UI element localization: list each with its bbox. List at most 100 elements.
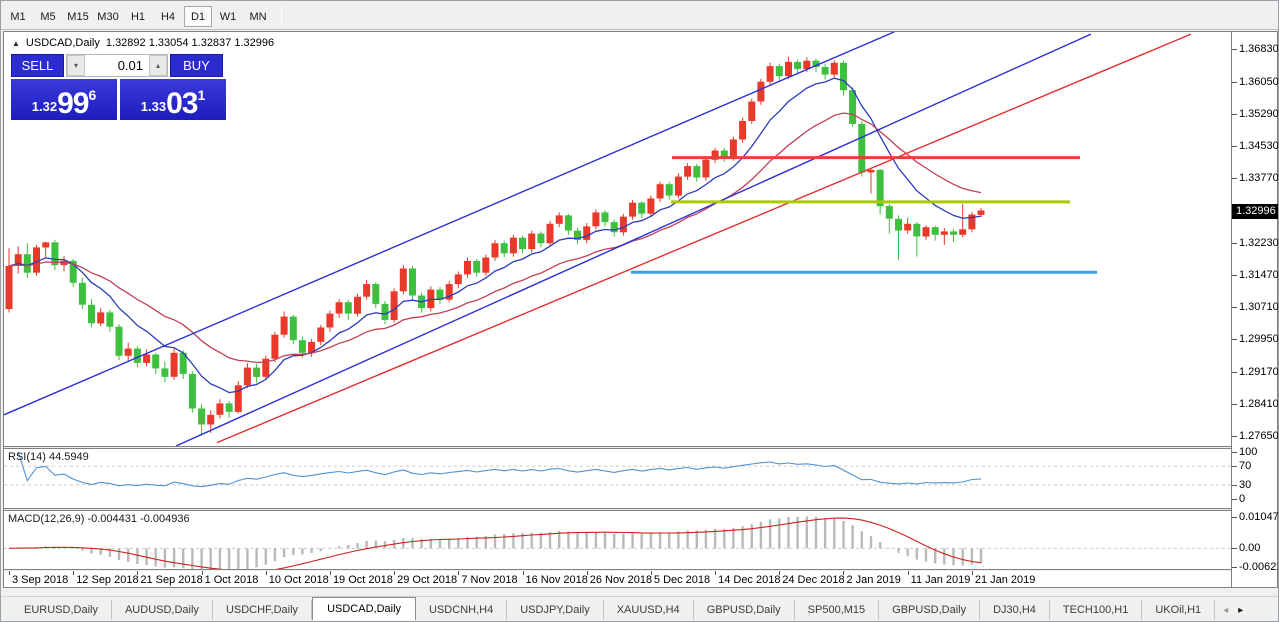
chart-symbol-period: USDCAD,Daily — [26, 37, 100, 49]
rsi-label: RSI(14) 44.5949 — [8, 451, 89, 463]
chart-tab-gbpusd-9[interactable]: GBPUSD,Daily — [879, 600, 980, 620]
chart-tab-eurusd-0[interactable]: EURUSD,Daily — [11, 600, 112, 620]
price-axis-label: 1.30710 — [1239, 301, 1279, 313]
chart-tab-usdcnh-4[interactable]: USDCNH,H4 — [416, 600, 507, 620]
date-tick — [266, 571, 267, 575]
price-axis-label: 1.36830 — [1239, 43, 1279, 55]
timeframe-toolbar: M1M5M15M30H1H4D1W1MN — [1, 1, 1278, 30]
axis-tick — [1232, 307, 1237, 308]
date-label: 12 Sep 2018 — [76, 574, 138, 586]
date-label: 5 Dec 2018 — [654, 574, 710, 586]
axis-tick — [1232, 243, 1237, 244]
date-tick — [972, 571, 973, 575]
date-tick — [587, 571, 588, 575]
chart-tab-dj30-10[interactable]: DJ30,H4 — [980, 600, 1050, 620]
rsi-axis-label: 70 — [1239, 460, 1251, 472]
macd-label: MACD(12,26,9) -0.004431 -0.004936 — [8, 513, 190, 525]
date-label: 24 Dec 2018 — [782, 574, 844, 586]
chart-tab-xauusd-6[interactable]: XAUUSD,H4 — [604, 600, 694, 620]
sell-price-pips: 99 — [57, 91, 88, 117]
main-chart-pane[interactable]: ▲ USDCAD,Daily 1.32892 1.33054 1.32837 1… — [4, 32, 1231, 446]
date-axis[interactable]: 3 Sep 201812 Sep 201821 Sep 20181 Oct 20… — [4, 571, 1231, 587]
chart-tab-usdjpy-5[interactable]: USDJPY,Daily — [507, 600, 604, 620]
price-axis-label: 1.35290 — [1239, 108, 1279, 120]
axis-tick — [1232, 146, 1237, 147]
tabs-scroll-right-icon[interactable]: ▸ — [1238, 605, 1243, 616]
date-label: 26 Nov 2018 — [590, 574, 652, 586]
sell-price-quote[interactable]: 1.32 99 6 — [11, 79, 117, 120]
date-tick — [73, 571, 74, 575]
date-label: 19 Oct 2018 — [333, 574, 393, 586]
timeframe-button-d1[interactable]: D1 — [184, 6, 212, 27]
timeframe-button-m30[interactable]: M30 — [94, 6, 122, 27]
chart-tab-audusd-1[interactable]: AUDUSD,Daily — [112, 600, 213, 620]
rsi-axis-label: 30 — [1239, 479, 1251, 491]
tabs-scroll-left-icon[interactable]: ◂ — [1223, 605, 1228, 616]
axis-tick — [1232, 436, 1237, 437]
date-label: 3 Sep 2018 — [12, 574, 68, 586]
price-axis-label: 1.33770 — [1239, 172, 1279, 184]
buy-price-base: 1.33 — [141, 99, 166, 114]
axis-tick — [1232, 548, 1237, 549]
date-label: 11 Jan 2019 — [911, 574, 971, 586]
price-axis-label: 1.29950 — [1239, 333, 1279, 345]
date-tick — [458, 571, 459, 575]
axis-tick — [1232, 466, 1237, 467]
axis-tick — [1232, 567, 1237, 568]
date-tick — [908, 571, 909, 575]
chart-tab-sp500-8[interactable]: SP500,M15 — [795, 600, 879, 620]
date-tick — [779, 571, 780, 575]
axis-tick — [1232, 485, 1237, 486]
date-label: 7 Nov 2018 — [461, 574, 517, 586]
chart-ohlc-values: 1.32892 1.33054 1.32837 1.32996 — [106, 37, 274, 49]
axis-tick — [1232, 517, 1237, 518]
volume-down-button[interactable]: ▾ — [67, 55, 85, 76]
volume-up-button[interactable]: ▴ — [149, 55, 167, 76]
sell-button[interactable]: SELL — [11, 54, 64, 77]
macd-indicator-pane[interactable]: MACD(12,26,9) -0.004431 -0.004936 — [4, 511, 1231, 569]
date-tick — [9, 571, 10, 575]
buy-button[interactable]: BUY — [170, 54, 223, 77]
axis-tick — [1232, 339, 1237, 340]
collapse-trade-panel-icon[interactable]: ▲ — [12, 39, 20, 48]
one-click-trading-panel: SELL ▾ ▴ BUY 1.32 99 6 1.33 — [11, 54, 227, 120]
timeframe-button-m15[interactable]: M15 — [64, 6, 92, 27]
date-tick — [202, 571, 203, 575]
timeframe-button-m5[interactable]: M5 — [34, 6, 62, 27]
date-tick — [843, 571, 844, 575]
price-axis-label: 1.28410 — [1239, 398, 1279, 410]
date-tick — [715, 571, 716, 575]
date-tick — [394, 571, 395, 575]
chart-title: ▲ USDCAD,Daily 1.32892 1.33054 1.32837 1… — [12, 37, 274, 49]
axis-tick — [1232, 49, 1237, 50]
buy-price-point: 1 — [197, 87, 205, 103]
price-axis-label: 1.27650 — [1239, 430, 1279, 442]
axis-tick — [1232, 275, 1237, 276]
rsi-indicator-pane[interactable]: RSI(14) 44.5949 — [4, 449, 1231, 508]
macd-axis-label: -0.006218 — [1239, 561, 1279, 573]
axis-tick — [1232, 114, 1237, 115]
chart-tab-tech100-11[interactable]: TECH100,H1 — [1050, 600, 1142, 620]
axis-tick — [1232, 372, 1237, 373]
timeframe-button-h1[interactable]: H1 — [124, 6, 152, 27]
timeframe-button-m1[interactable]: M1 — [4, 6, 32, 27]
axis-tick — [1232, 499, 1237, 500]
timeframe-button-h4[interactable]: H4 — [154, 6, 182, 27]
buy-price-quote[interactable]: 1.33 03 1 — [120, 79, 226, 120]
timeframe-button-w1[interactable]: W1 — [214, 6, 242, 27]
axis-tick — [1232, 82, 1237, 83]
date-tick — [523, 571, 524, 575]
chart-tab-ukoil-12[interactable]: UKOil,H1 — [1142, 600, 1215, 620]
timeframe-button-mn[interactable]: MN — [244, 6, 272, 27]
chart-tab-gbpusd-7[interactable]: GBPUSD,Daily — [694, 600, 795, 620]
date-label: 29 Oct 2018 — [397, 574, 457, 586]
chart-tab-usdchf-2[interactable]: USDCHF,Daily — [213, 600, 312, 620]
date-label: 14 Dec 2018 — [718, 574, 780, 586]
price-axis-label: 1.32230 — [1239, 237, 1279, 249]
chart-tab-usdcad-3[interactable]: USDCAD,Daily — [312, 597, 416, 620]
price-axis[interactable]: 1.368301.360501.352901.345301.337701.322… — [1231, 32, 1277, 587]
price-axis-label: 1.29170 — [1239, 366, 1279, 378]
date-tick — [651, 571, 652, 575]
volume-input[interactable] — [85, 55, 149, 76]
axis-tick — [1232, 452, 1237, 453]
